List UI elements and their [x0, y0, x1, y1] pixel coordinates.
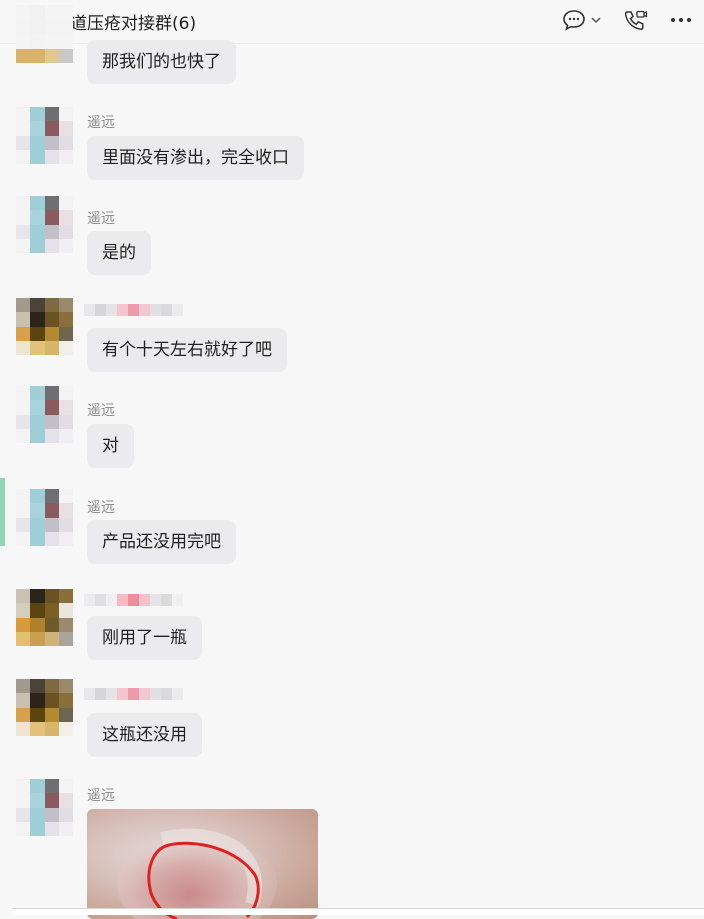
avatar[interactable]: [16, 679, 73, 736]
sender-name-blurred: [84, 304, 183, 320]
avatar[interactable]: [16, 107, 73, 164]
message-bubble[interactable]: 刚用了一瓶: [87, 616, 202, 660]
avatar[interactable]: [16, 489, 73, 546]
sender-name: 遥远: [87, 500, 115, 516]
message-bubble[interactable]: 产品还没用完吧: [87, 520, 236, 564]
message-bubble[interactable]: 有个十天左右就好了吧: [87, 328, 287, 372]
chat-header: 沁阳窦道压疮对接群(6): [0, 0, 704, 44]
sender-name: 遥远: [87, 788, 115, 804]
avatar[interactable]: [16, 779, 73, 836]
message-bubble[interactable]: 那我们的也快了: [87, 40, 236, 84]
message-bubble[interactable]: 对: [87, 424, 134, 468]
avatar[interactable]: [16, 298, 73, 355]
sender-name-blurred: [84, 688, 183, 704]
avatar[interactable]: [16, 386, 73, 443]
message-bubble[interactable]: 是的: [87, 231, 151, 275]
avatar[interactable]: [16, 5, 73, 63]
sender-name-blurred: [84, 594, 183, 610]
avatar[interactable]: [16, 196, 73, 253]
more-icon[interactable]: [668, 8, 694, 32]
message-bubble[interactable]: 这瓶还没用: [87, 713, 202, 757]
sender-name: 遥远: [87, 211, 115, 227]
chevron-down-icon[interactable]: [589, 8, 603, 32]
phone-video-icon[interactable]: [622, 8, 648, 32]
avatar[interactable]: [16, 589, 73, 646]
sender-name: 遥远: [87, 115, 115, 131]
sender-name: 遥远: [87, 403, 115, 419]
sidebar-accent-bar: [0, 478, 5, 546]
message-bubble[interactable]: 里面没有渗出，完全收口: [87, 136, 304, 180]
wound-photo[interactable]: [87, 809, 318, 919]
chat-icon[interactable]: [561, 8, 587, 32]
